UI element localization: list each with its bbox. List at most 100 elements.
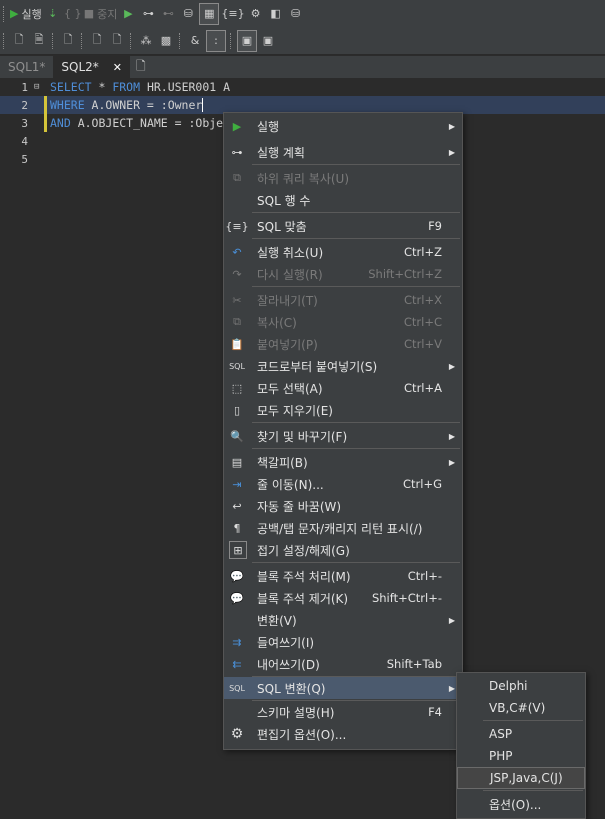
search-icon: 🔍 (230, 429, 244, 443)
ampersand-button[interactable]: & (186, 31, 204, 51)
editor-tabs: SQL1* SQL2* ✕ 🗋 (0, 56, 605, 78)
window-icon[interactable]: ▣ (237, 29, 257, 52)
grid-icon[interactable]: ▦ (199, 2, 220, 25)
toolbar-grip (3, 32, 6, 49)
menu-item-cut[interactable]: ✂ 잘라내기(T) Ctrl+X (224, 289, 462, 311)
submenu-arrow-icon: ▶ (448, 683, 455, 693)
menu-item-editor-options[interactable]: ⚙ 편집기 옵션(O)... (224, 723, 462, 745)
menu-item-sql-convert[interactable]: SQL SQL 변환(Q) ▶ (224, 677, 462, 699)
undo-icon: ↶ (232, 245, 242, 259)
change-marker (44, 96, 47, 114)
plan-icon[interactable]: ⊶ (139, 4, 157, 24)
sql-convert-icon: SQL (229, 683, 245, 693)
menu-item-schema-describe[interactable]: 스키마 설명(H) F4 (224, 701, 462, 723)
toolbar-grip (3, 5, 6, 22)
tab-sql2[interactable]: SQL2* ✕ (53, 56, 130, 78)
import-icon[interactable]: 🗋 (88, 31, 106, 51)
run-step-icon[interactable]: ⇣ (44, 4, 62, 24)
menu-item-redo[interactable]: ↷ 다시 실행(R) Shift+Ctrl+Z (224, 263, 462, 285)
menu-item-copy-subquery[interactable]: ⧉ 하위 쿼리 복사(U) (224, 167, 462, 189)
stop-icon: ■ (83, 7, 95, 20)
outdent-icon: ⇇ (232, 657, 242, 671)
indent-icon: ⇉ (232, 635, 242, 649)
menu-item-paste-from-code[interactable]: SQL 코드로부터 붙여넣기(S) ▶ (224, 355, 462, 377)
export-icon[interactable]: 🗋 (108, 31, 126, 51)
colon-button[interactable]: : (206, 29, 226, 52)
redo-icon: ↷ (232, 267, 242, 281)
gear-icon: ⚙ (230, 726, 244, 742)
toolbar-separator (52, 32, 55, 49)
format-icon[interactable]: {≡} (221, 4, 244, 24)
submenu-arrow-icon: ▶ (448, 361, 455, 371)
submenu-item-options[interactable]: 옵션(O)... (457, 793, 585, 815)
subquery-copy-icon: ⧉ (233, 171, 241, 184)
new-tab-icon[interactable]: 🗋 (136, 56, 146, 78)
menu-item-convert[interactable]: 변환(V) ▶ (224, 609, 462, 631)
menu-item-block-uncomment[interactable]: 💬 블록 주석 제거(K) Shift+Ctrl+- (224, 587, 462, 609)
menu-item-toggle-folding[interactable]: ⊞ 접기 설정/해제(G) (224, 539, 462, 561)
menu-item-find-replace[interactable]: 🔍 찾기 및 바꾸기(F) ▶ (224, 425, 462, 447)
panel-icon[interactable]: ◧ (267, 4, 285, 24)
menu-item-sql-format[interactable]: {≡} SQL 맞춤 F9 (224, 215, 462, 237)
new-file-icon[interactable]: 🗋 (10, 31, 28, 51)
replace-icon[interactable]: ⁂ (137, 31, 155, 51)
tab-sql1[interactable]: SQL1* (0, 56, 53, 78)
format-icon: {≡} (225, 219, 249, 233)
menu-item-copy[interactable]: ⧉ 복사(C) Ctrl+C (224, 311, 462, 333)
menu-item-clear-all[interactable]: ▯ 모두 지우기(E) (224, 399, 462, 421)
plan-icon: ⊶ (231, 145, 243, 159)
submenu-arrow-icon: ▶ (448, 121, 455, 131)
clear-icon: ▯ (233, 403, 241, 417)
sql-icon[interactable]: ⛁ (287, 4, 305, 24)
paste-icon: 📋 (230, 337, 244, 351)
pattern-icon[interactable]: ▩ (157, 31, 175, 51)
window-settings-icon[interactable]: ▣ (259, 31, 277, 51)
menu-item-undo[interactable]: ↶ 실행 취소(U) Ctrl+Z (224, 241, 462, 263)
sql-convert-submenu: Delphi VB,C#(V) ASP PHP JSP,Java,C(J) 옵션… (456, 672, 586, 819)
submenu-item-asp[interactable]: ASP (457, 723, 585, 745)
open-file-icon[interactable]: 🗎 (30, 31, 48, 51)
menu-item-indent[interactable]: ⇉ 들여쓰기(I) (224, 631, 462, 653)
submenu-item-jsp-java-c[interactable]: JSP,Java,C(J) (457, 767, 585, 789)
close-icon[interactable]: ✕ (113, 61, 122, 74)
settings-icon[interactable]: ⚙ (247, 4, 265, 24)
context-menu: ▶ 실행 ▶ ⊶ 실행 계획 ▶ ⧉ 하위 쿼리 복사(U) SQL 행 수 {≡} SQL… (223, 112, 463, 750)
submenu-item-vb-csharp[interactable]: VB,C#(V) (457, 697, 585, 719)
menu-item-select-all[interactable]: ⬚ 모두 선택(A) Ctrl+A (224, 377, 462, 399)
play-icon: ▶ (232, 119, 242, 133)
comment-icon: 💬 (230, 569, 244, 583)
play-icon: ▶ (10, 7, 19, 20)
plan-compare-icon[interactable]: ⊷ (159, 4, 177, 24)
pilcrow-icon: ¶ (233, 521, 241, 535)
menu-item-run[interactable]: ▶ 실행 ▶ (224, 115, 462, 137)
menu-item-goto-line[interactable]: ⇥ 줄 이동(N)... Ctrl+G (224, 473, 462, 495)
menu-item-block-comment[interactable]: 💬 블록 주석 처리(M) Ctrl+- (224, 565, 462, 587)
database-icon[interactable]: ⛁ (179, 4, 197, 24)
brackets-icon[interactable]: { } (64, 4, 82, 24)
toolbar-separator (230, 32, 233, 49)
bookmark-icon: ▤ (231, 455, 243, 469)
menu-item-word-wrap[interactable]: ↩ 자동 줄 바꿈(W) (224, 495, 462, 517)
fold-icon: ⊞ (229, 541, 247, 559)
run-button[interactable]: ▶ 실행 (10, 4, 42, 24)
menu-item-paste[interactable]: 📋 붙여넣기(P) Ctrl+V (224, 333, 462, 355)
fold-icon[interactable]: ⊟ (34, 82, 44, 92)
toolbar-separator (81, 32, 84, 49)
goto-line-icon: ⇥ (232, 477, 242, 491)
text-cursor (202, 98, 204, 112)
edit-toolbar: 🗋 🗎 🗋 🗋 🗋 ⁂ ▩ & : ▣ ▣ (0, 27, 605, 55)
menu-item-sql-row-count[interactable]: SQL 행 수 (224, 189, 462, 211)
menu-item-outdent[interactable]: ⇇ 내어쓰기(D) Shift+Tab (224, 653, 462, 675)
uncomment-icon: 💬 (230, 591, 244, 605)
menu-item-show-whitespace[interactable]: ¶ 공백/탭 문자/캐리지 리턴 표시(/) (224, 517, 462, 539)
submenu-item-php[interactable]: PHP (457, 745, 585, 767)
select-all-icon: ⬚ (231, 381, 243, 395)
menu-item-explain-plan[interactable]: ⊶ 실행 계획 ▶ (224, 141, 462, 163)
stop-button[interactable]: ■ 중지 (84, 4, 118, 24)
menu-item-bookmark[interactable]: ▤ 책갈피(B) ▶ (224, 451, 462, 473)
copy-icon: ⧉ (233, 315, 241, 328)
explain-icon[interactable]: ▶ (119, 4, 137, 24)
submenu-item-delphi[interactable]: Delphi (457, 675, 585, 697)
paste-code-icon: SQL (229, 361, 245, 371)
page-icon[interactable]: 🗋 (59, 31, 77, 51)
